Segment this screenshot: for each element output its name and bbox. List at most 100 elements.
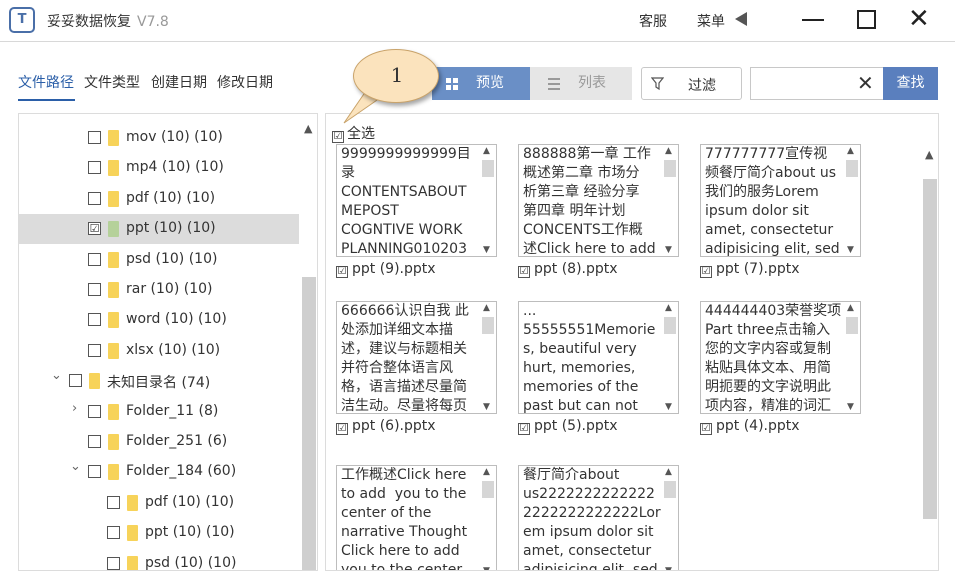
scroll-up-icon[interactable]: ▲ (847, 146, 854, 156)
scroll-down-icon[interactable]: ▼ (665, 566, 672, 570)
preview-view-button[interactable]: 预览 (432, 67, 530, 100)
card-scrollbar[interactable]: ▲ ▼ (481, 146, 495, 255)
scroll-thumb[interactable] (664, 317, 676, 334)
filter-button[interactable]: 过滤 (641, 67, 742, 100)
tree-scrollbar[interactable]: ▲ (301, 122, 317, 570)
file-check-icon[interactable]: ☑ (518, 423, 530, 435)
card-scrollbar[interactable]: ▲ ▼ (845, 146, 859, 255)
tree-item[interactable]: ⌄ Folder_184 (60) (19, 457, 299, 487)
card-scrollbar[interactable]: ▲ ▼ (845, 303, 859, 412)
file-preview-card[interactable]: 666666认识自我 此 处添加详细文本描 述，建议与标题相关 并符合整体语言风… (336, 301, 497, 414)
tree-item[interactable]: pdf (10) (10) (19, 184, 299, 214)
file-check-icon[interactable]: ☑ (700, 423, 712, 435)
file-preview-card[interactable]: 444444403荣誉奖项 Part three点击输入 您的文字内容或复制 粘… (700, 301, 861, 414)
card-scrollbar[interactable]: ▲ ▼ (481, 467, 495, 570)
tree-item[interactable]: ⌄ 未知目录名 (74) (19, 366, 299, 396)
tree-item[interactable]: word (10) (10) (19, 305, 299, 335)
tree-item-checkbox[interactable] (88, 252, 101, 266)
list-view-button[interactable]: 列表 (530, 67, 632, 100)
scroll-up-icon[interactable]: ▲ (847, 303, 854, 313)
tree-item-checkbox[interactable] (88, 435, 101, 448)
scroll-thumb[interactable] (482, 160, 494, 177)
tree-item-checkbox[interactable] (107, 526, 120, 540)
file-preview-card[interactable]: 餐厅简介about us2222222222222 2222222222222L… (518, 465, 679, 570)
tree-item[interactable]: xlsx (10) (10) (19, 336, 299, 366)
scroll-up-icon[interactable]: ▲ (483, 146, 490, 156)
support-button[interactable]: 客服 (639, 11, 667, 31)
tree-item[interactable]: ☑ ppt (10) (10) (19, 214, 299, 245)
scroll-down-icon[interactable]: ▼ (665, 402, 672, 412)
preview-scrollbar[interactable]: ▲ (922, 146, 938, 570)
tree-item-checkbox[interactable] (88, 191, 101, 205)
chevron-down-icon[interactable]: ⌄ (51, 368, 62, 383)
scroll-down-icon[interactable]: ▼ (847, 245, 854, 255)
scroll-thumb[interactable] (302, 277, 316, 570)
card-scrollbar[interactable]: ▲ ▼ (663, 467, 677, 570)
tree-item-checkbox[interactable] (88, 465, 101, 479)
scroll-thumb[interactable] (482, 481, 494, 498)
file-check-icon[interactable]: ☑ (700, 266, 712, 278)
select-all-check-icon[interactable]: ☑ (332, 131, 344, 143)
tree-item-checkbox[interactable]: ☑ (88, 222, 101, 236)
menu-arrow-icon[interactable] (735, 12, 747, 26)
tree-item-checkbox[interactable] (88, 161, 101, 175)
scroll-down-icon[interactable]: ▼ (665, 245, 672, 255)
scroll-thumb[interactable] (482, 317, 494, 334)
scroll-up-icon[interactable]: ▲ (665, 467, 672, 477)
tab-modified-date[interactable]: 修改日期 (217, 72, 273, 92)
tree-item-checkbox[interactable] (69, 374, 82, 388)
tree-item-checkbox[interactable] (88, 283, 101, 296)
tree-item[interactable]: psd (10) (10) (19, 245, 299, 275)
card-scrollbar[interactable]: ▲ ▼ (663, 303, 677, 412)
tree-item[interactable]: › Folder_11 (8) (19, 397, 299, 427)
scroll-thumb[interactable] (664, 160, 676, 177)
file-name-checkbox[interactable]: ☑ ppt (4).pptx (700, 418, 800, 435)
scroll-up-icon[interactable]: ▲ (304, 122, 312, 135)
tree-item[interactable]: mp4 (10) (10) (19, 153, 299, 183)
minimize-button[interactable] (802, 19, 824, 21)
scroll-thumb[interactable] (846, 160, 858, 177)
tab-created-date[interactable]: 创建日期 (151, 72, 207, 92)
tree-item-checkbox[interactable] (88, 313, 101, 327)
file-preview-card[interactable]: 工作概述Click here to add you to the center … (336, 465, 497, 570)
file-check-icon[interactable]: ☑ (336, 423, 348, 435)
card-scrollbar[interactable]: ▲ ▼ (663, 146, 677, 255)
scroll-down-icon[interactable]: ▼ (483, 402, 490, 412)
tree-item[interactable]: mov (10) (10) (19, 123, 299, 153)
scroll-up-icon[interactable]: ▲ (483, 303, 490, 313)
scroll-up-icon[interactable]: ▲ (665, 146, 672, 156)
file-name-checkbox[interactable]: ☑ ppt (9).pptx (336, 261, 436, 278)
scroll-up-icon[interactable]: ▲ (925, 148, 933, 161)
close-button[interactable]: ✕ (908, 6, 930, 32)
clear-search-icon[interactable]: ✕ (857, 71, 874, 95)
scroll-up-icon[interactable]: ▲ (483, 467, 490, 477)
file-check-icon[interactable]: ☑ (336, 266, 348, 278)
menu-button[interactable]: 菜单 (697, 11, 725, 31)
chevron-right-icon[interactable]: › (72, 401, 77, 416)
file-name-checkbox[interactable]: ☑ ppt (8).pptx (518, 261, 618, 278)
tree-item-checkbox[interactable] (107, 495, 120, 509)
select-all-checkbox[interactable]: ☑ 全选 (332, 123, 375, 143)
search-button[interactable]: 查找 (883, 67, 938, 100)
file-name-checkbox[interactable]: ☑ ppt (7).pptx (700, 261, 800, 278)
search-input[interactable]: ✕ (750, 67, 884, 100)
tree-item-checkbox[interactable] (88, 404, 101, 418)
file-check-icon[interactable]: ☑ (518, 266, 530, 278)
file-preview-card[interactable]: 777777777宣传视 频餐厅简介about us 我们的服务Lorem ip… (700, 144, 861, 257)
tree-item[interactable]: pdf (10) (10) (19, 488, 299, 518)
file-name-checkbox[interactable]: ☑ ppt (5).pptx (518, 418, 618, 435)
scroll-down-icon[interactable]: ▼ (847, 402, 854, 412)
tree-item[interactable]: psd (10) (10) (19, 549, 299, 570)
tree-item-checkbox[interactable] (88, 343, 101, 357)
chevron-down-icon[interactable]: ⌄ (70, 459, 81, 474)
tab-file-type[interactable]: 文件类型 (84, 72, 140, 92)
tab-file-path[interactable]: 文件路径 (18, 72, 74, 92)
scroll-thumb[interactable] (923, 179, 937, 519)
file-preview-card[interactable]: 888888第一章 工作 概述第二章 市场分 析第三章 经验分享 第四章 明年计… (518, 144, 679, 257)
maximize-button[interactable] (857, 10, 876, 29)
tree-item-checkbox[interactable] (88, 131, 101, 144)
file-name-checkbox[interactable]: ☑ ppt (6).pptx (336, 418, 436, 435)
scroll-up-icon[interactable]: ▲ (665, 303, 672, 313)
tree-item-checkbox[interactable] (107, 556, 120, 570)
file-preview-card[interactable]: ... 55555551Memorie s, beautiful very hu… (518, 301, 679, 414)
